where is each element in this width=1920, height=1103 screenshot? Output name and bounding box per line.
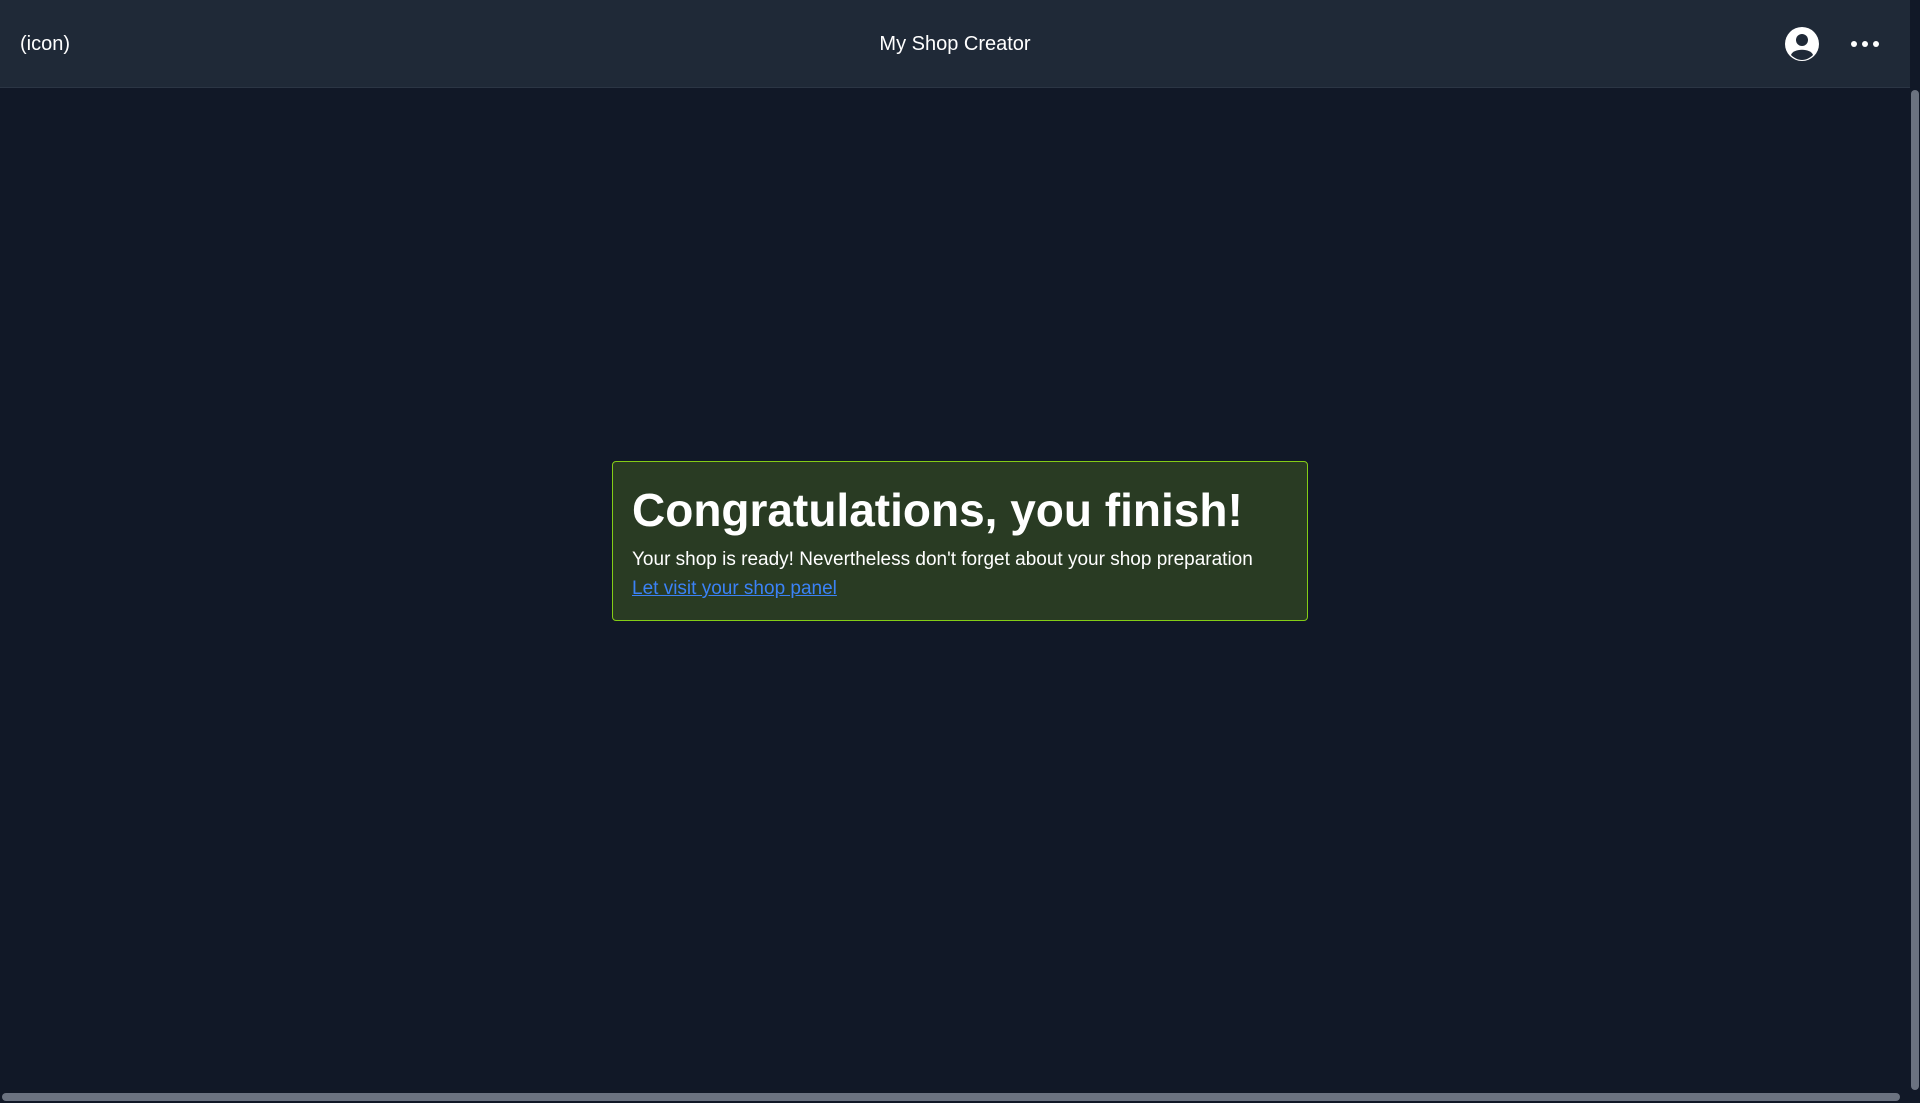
alert-message: Your shop is ready! Nevertheless don't f…: [632, 549, 1253, 570]
logo-placeholder[interactable]: (icon): [20, 0, 70, 88]
alert-title: Congratulations, you finish!: [632, 484, 1243, 536]
vertical-scrollbar[interactable]: [1911, 90, 1919, 1090]
horizontal-scrollbar[interactable]: [2, 1093, 1900, 1101]
more-horizontal-icon[interactable]: [1850, 34, 1880, 54]
user-circle-icon[interactable]: [1784, 26, 1820, 62]
success-alert: Congratulations, you finish! Your shop i…: [612, 461, 1308, 621]
app-header: (icon) My Shop Creator: [0, 0, 1910, 88]
app-title: My Shop Creator: [879, 33, 1031, 55]
header-title-container: My Shop Creator: [0, 0, 1910, 88]
shop-panel-link[interactable]: Let visit your shop panel: [632, 574, 837, 604]
